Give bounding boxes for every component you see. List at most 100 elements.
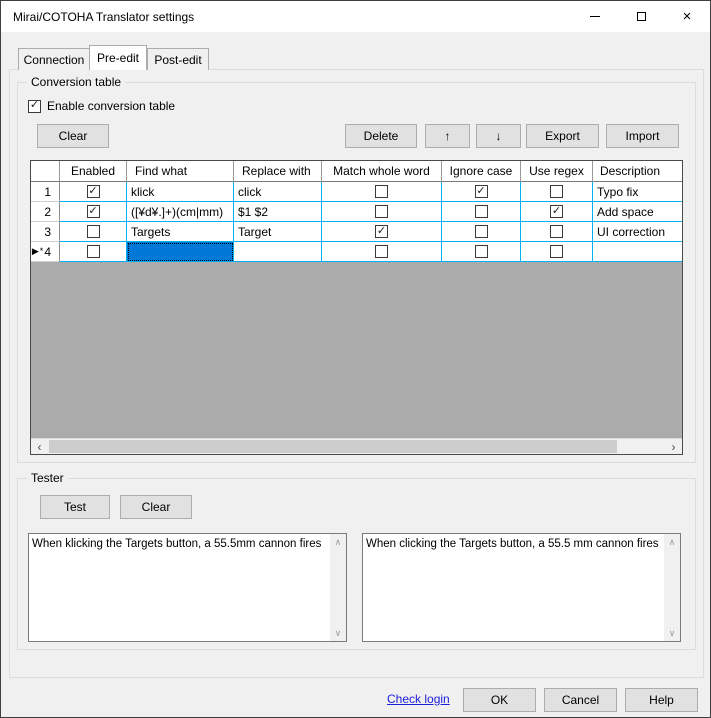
row-header-2[interactable]: 2: [31, 202, 60, 222]
down-arrow-icon: ↓: [496, 129, 502, 143]
row-header-1[interactable]: 1: [31, 182, 60, 202]
col-header-find-what[interactable]: Find what: [127, 161, 234, 182]
import-button[interactable]: Import: [606, 124, 679, 148]
cell-description-4[interactable]: [593, 242, 682, 262]
cell-ignore-case-1[interactable]: [442, 182, 521, 202]
scroll-down-icon[interactable]: ∨: [330, 625, 346, 641]
tab-pre-edit[interactable]: Pre-edit: [89, 45, 147, 70]
cell-enabled-2[interactable]: [60, 202, 127, 222]
enabled-checkbox[interactable]: [87, 205, 100, 218]
scroll-right-icon[interactable]: ›: [665, 439, 682, 454]
row-header-4[interactable]: ▶* 4: [31, 242, 60, 262]
tester-output-text[interactable]: When clicking the Targets button, a 55.5…: [363, 534, 663, 641]
scroll-up-icon[interactable]: ∧: [664, 534, 680, 550]
cell-match-whole-word-4[interactable]: [322, 242, 442, 262]
match-whole-word-checkbox[interactable]: [375, 205, 388, 218]
ignore-case-checkbox[interactable]: [475, 205, 488, 218]
match-whole-word-checkbox[interactable]: [375, 245, 388, 258]
enabled-checkbox[interactable]: [87, 245, 100, 258]
move-up-button[interactable]: ↑: [425, 124, 470, 148]
cancel-button[interactable]: Cancel: [544, 688, 617, 712]
cell-use-regex-4[interactable]: [521, 242, 593, 262]
col-header-description[interactable]: Description: [593, 161, 682, 182]
cell-replace-3[interactable]: Target: [234, 222, 322, 242]
cell-find-3[interactable]: Targets: [127, 222, 234, 242]
table-row-new: ▶* 4: [31, 242, 682, 262]
cell-match-whole-word-1[interactable]: [322, 182, 442, 202]
cell-find-1[interactable]: klick: [127, 182, 234, 202]
cell-match-whole-word-2[interactable]: [322, 202, 442, 222]
grid-horizontal-scrollbar[interactable]: ‹ ›: [31, 438, 682, 454]
conversion-table-group-label: Conversion table: [27, 75, 125, 89]
tab-pre-edit-label: Pre-edit: [97, 51, 139, 65]
new-row-marker-icon: ▶*: [32, 246, 44, 257]
check-login-link[interactable]: Check login: [387, 692, 450, 706]
tester-output-textarea[interactable]: When clicking the Targets button, a 55.5…: [362, 533, 681, 642]
export-button[interactable]: Export: [526, 124, 599, 148]
use-regex-checkbox[interactable]: [550, 205, 563, 218]
cell-enabled-1[interactable]: [60, 182, 127, 202]
cell-description-3[interactable]: UI correction: [593, 222, 682, 242]
match-whole-word-checkbox[interactable]: [375, 225, 388, 238]
clear-table-button[interactable]: Clear: [37, 124, 109, 148]
help-button[interactable]: Help: [625, 688, 698, 712]
cell-ignore-case-4[interactable]: [442, 242, 521, 262]
enable-conversion-checkbox-box[interactable]: [28, 100, 41, 113]
delete-row-button-label: Delete: [364, 129, 399, 143]
cell-replace-1[interactable]: click: [234, 182, 322, 202]
ignore-case-checkbox[interactable]: [475, 185, 488, 198]
cell-find-2[interactable]: ([¥d¥.]+)(cm|mm): [127, 202, 234, 222]
tab-post-edit[interactable]: Post-edit: [147, 48, 209, 70]
minimize-button[interactable]: [572, 1, 618, 32]
tab-connection[interactable]: Connection: [18, 48, 90, 70]
col-header-use-regex[interactable]: Use regex: [521, 161, 593, 182]
col-header-replace-with[interactable]: Replace with: [234, 161, 322, 182]
import-button-label: Import: [625, 129, 659, 143]
test-button[interactable]: Test: [40, 495, 110, 519]
scroll-down-icon[interactable]: ∨: [664, 625, 680, 641]
enabled-checkbox[interactable]: [87, 185, 100, 198]
tester-input-scrollbar[interactable]: ∧ ∨: [330, 534, 346, 641]
cell-find-4-selected[interactable]: [127, 242, 234, 262]
cell-match-whole-word-3[interactable]: [322, 222, 442, 242]
tab-connection-label: Connection: [24, 53, 85, 67]
scrollbar-thumb[interactable]: [49, 440, 617, 453]
tester-input-textarea[interactable]: When klicking the Targets button, a 55.5…: [28, 533, 347, 642]
cell-description-1[interactable]: Typo fix: [593, 182, 682, 202]
use-regex-checkbox[interactable]: [550, 245, 563, 258]
tester-clear-button[interactable]: Clear: [120, 495, 192, 519]
close-button[interactable]: ×: [664, 1, 710, 32]
ignore-case-checkbox[interactable]: [475, 225, 488, 238]
cell-use-regex-2[interactable]: [521, 202, 593, 222]
cell-ignore-case-2[interactable]: [442, 202, 521, 222]
col-header-match-whole-word[interactable]: Match whole word: [322, 161, 442, 182]
scrollbar-track[interactable]: [48, 439, 665, 454]
move-down-button[interactable]: ↓: [476, 124, 521, 148]
cell-enabled-4[interactable]: [60, 242, 127, 262]
cell-description-2[interactable]: Add space: [593, 202, 682, 222]
maximize-button[interactable]: [618, 1, 664, 32]
ok-button[interactable]: OK: [463, 688, 536, 712]
ignore-case-checkbox[interactable]: [475, 245, 488, 258]
use-regex-checkbox[interactable]: [550, 185, 563, 198]
cell-replace-4[interactable]: [234, 242, 322, 262]
enabled-checkbox[interactable]: [87, 225, 100, 238]
row-header-3[interactable]: 3: [31, 222, 60, 242]
tester-clear-button-label: Clear: [142, 500, 171, 514]
col-header-enabled[interactable]: Enabled: [60, 161, 127, 182]
enable-conversion-checkbox[interactable]: Enable conversion table: [28, 99, 175, 113]
scroll-up-icon[interactable]: ∧: [330, 534, 346, 550]
tester-input-text[interactable]: When klicking the Targets button, a 55.5…: [29, 534, 329, 641]
cell-enabled-3[interactable]: [60, 222, 127, 242]
delete-row-button[interactable]: Delete: [345, 124, 417, 148]
cell-use-regex-1[interactable]: [521, 182, 593, 202]
match-whole-word-checkbox[interactable]: [375, 185, 388, 198]
scroll-left-icon[interactable]: ‹: [31, 439, 48, 454]
cell-ignore-case-3[interactable]: [442, 222, 521, 242]
cell-replace-2[interactable]: $1 $2: [234, 202, 322, 222]
use-regex-checkbox[interactable]: [550, 225, 563, 238]
tester-output-scrollbar[interactable]: ∧ ∨: [664, 534, 680, 641]
col-header-ignore-case[interactable]: Ignore case: [442, 161, 521, 182]
grid-corner-header[interactable]: [31, 161, 60, 182]
cell-use-regex-3[interactable]: [521, 222, 593, 242]
